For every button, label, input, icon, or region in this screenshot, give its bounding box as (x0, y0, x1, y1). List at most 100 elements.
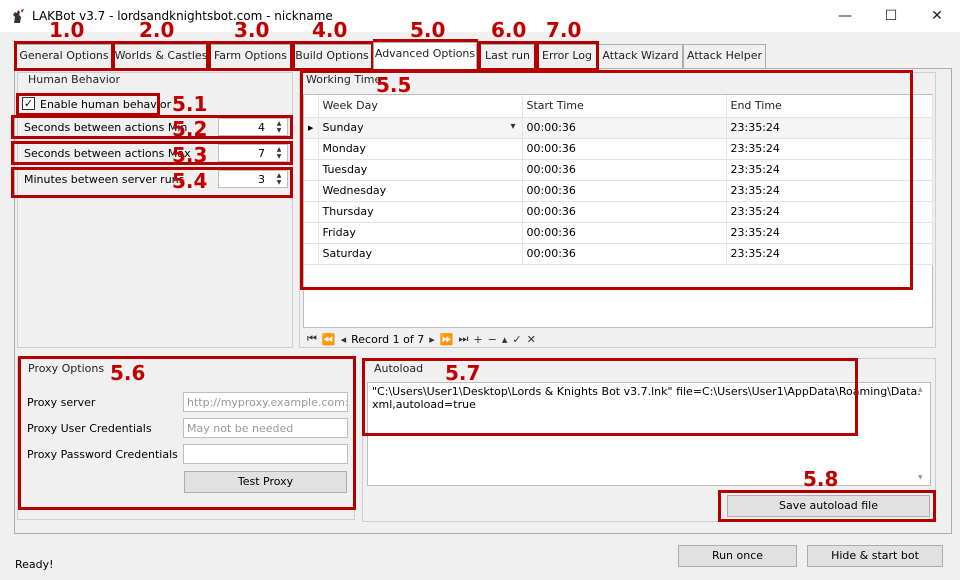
save-autoload-button[interactable]: Save autoload file (727, 495, 930, 517)
tab-farm-options[interactable]: Farm Options (208, 44, 293, 68)
edit-record-icon[interactable]: ▴ (502, 333, 508, 346)
annotation-label: 5.6 (110, 361, 146, 385)
cancel-record-icon[interactable]: ✕ (527, 333, 536, 346)
start-time-cell[interactable]: 00:00:36 (522, 138, 727, 160)
end-time-cell[interactable]: 23:35:24 (726, 138, 933, 160)
start-time-cell[interactable]: 00:00:36 (522, 222, 727, 244)
start-time-cell[interactable]: 00:00:36 (522, 243, 727, 265)
end-time-cell[interactable]: 23:35:24 (726, 201, 933, 223)
end-time-cell[interactable]: 23:35:24 (726, 243, 933, 265)
tab-attack-helper[interactable]: Attack Helper (683, 44, 766, 68)
spinner-arrows-icon[interactable]: ▲ ▼ (273, 172, 285, 187)
row-header[interactable] (304, 138, 319, 160)
proxy-options-group (17, 358, 355, 520)
human-behavior-title: Human Behavior (28, 73, 121, 86)
enable-human-label: Enable human behavior (40, 98, 172, 111)
prev-record-icon[interactable]: ◂ (341, 333, 347, 346)
proxy-server-label: Proxy server (27, 396, 96, 409)
add-record-icon[interactable]: + (473, 333, 482, 346)
next-page-icon[interactable]: ⏩ (440, 333, 454, 346)
server-runs-spinner[interactable]: 3 ▲ ▼ (218, 170, 288, 188)
start-time-cell[interactable]: 00:00:36 (522, 180, 727, 202)
table-row[interactable]: Tuesday 00:00:36 23:35:24 (304, 159, 933, 181)
table-row[interactable]: Friday 00:00:36 23:35:24 (304, 222, 933, 244)
end-time-cell[interactable]: 23:35:24 (726, 159, 933, 181)
seconds-min-label: Seconds between actions Min (24, 121, 188, 134)
scroll-down-icon[interactable]: ▼ (918, 474, 923, 481)
start-time-cell[interactable]: 00:00:36 (522, 117, 727, 139)
column-header-end[interactable]: End Time (726, 95, 933, 118)
tab-worlds-castles[interactable]: Worlds & Castles (113, 44, 209, 68)
tab-general-options[interactable]: General Options (14, 44, 114, 68)
test-proxy-button[interactable]: Test Proxy (184, 471, 347, 493)
row-header[interactable] (304, 180, 319, 202)
column-header-start[interactable]: Start Time (522, 95, 727, 118)
spinner-arrows-icon[interactable]: ▲ ▼ (273, 120, 285, 135)
autoload-title: Autoload (374, 362, 424, 375)
annotation-label: 5.0 (410, 18, 446, 42)
weekday-cell[interactable]: Friday (318, 222, 523, 244)
hide-start-button[interactable]: Hide & start bot (807, 545, 943, 567)
server-runs-value: 3 (258, 173, 265, 186)
seconds-max-spinner[interactable]: 7 ▲ ▼ (218, 144, 288, 162)
tab-last-run[interactable]: Last run (479, 44, 536, 68)
confirm-record-icon[interactable]: ✓ (512, 333, 521, 346)
prev-page-icon[interactable]: ⏪ (322, 333, 336, 346)
last-record-icon[interactable]: ⏭ (458, 332, 468, 346)
row-header[interactable] (304, 243, 319, 265)
table-row[interactable]: Thursday 00:00:36 23:35:24 (304, 201, 933, 223)
end-time-cell[interactable]: 23:35:24 (726, 180, 933, 202)
weekday-cell[interactable]: Monday (318, 138, 523, 160)
seconds-max-label: Seconds between actions Max (24, 147, 191, 160)
human-behavior-group (17, 72, 293, 348)
tab-error-log[interactable]: Error Log (536, 44, 598, 68)
proxy-password-input[interactable] (183, 444, 348, 464)
table-row[interactable]: ▶ Sunday ▾ 00:00:36 23:35:24 (304, 117, 933, 139)
row-header[interactable] (304, 201, 319, 223)
table-row[interactable]: Monday 00:00:36 23:35:24 (304, 138, 933, 160)
annotation-label: 5.7 (445, 361, 481, 385)
tab-attack-wizard[interactable]: Attack Wizard (598, 44, 683, 68)
start-time-cell[interactable]: 00:00:36 (522, 201, 727, 223)
row-header[interactable] (304, 222, 319, 244)
tab-build-options[interactable]: Build Options (292, 44, 372, 68)
proxy-user-label: Proxy User Credentials (27, 422, 152, 435)
annotation-label: 1.0 (49, 18, 85, 42)
weekday-cell[interactable]: Saturday (318, 243, 523, 265)
first-record-icon[interactable]: ⏮ (307, 332, 317, 346)
table-row[interactable]: Saturday 00:00:36 23:35:24 (304, 243, 933, 265)
end-time-cell[interactable]: 23:35:24 (726, 222, 933, 244)
delete-record-icon[interactable]: − (488, 333, 497, 346)
annotation-label: 5.5 (376, 73, 412, 97)
run-once-button[interactable]: Run once (678, 545, 797, 567)
proxy-server-input[interactable]: http://myproxy.example.com:po (183, 392, 348, 412)
enable-human-checkbox[interactable]: ✓ (22, 97, 35, 110)
autoload-textarea[interactable]: "C:\Users\User1\Desktop\Lords & Knights … (367, 382, 931, 486)
row-header-corner (304, 95, 319, 118)
minimize-button[interactable]: — (822, 0, 868, 32)
annotation-label: 2.0 (139, 18, 175, 42)
row-header[interactable] (304, 159, 319, 181)
dropdown-arrow-icon[interactable]: ▾ (510, 121, 515, 132)
server-runs-label: Minutes between server runs (24, 173, 185, 186)
weekday-cell[interactable]: Tuesday (318, 159, 523, 181)
spinner-arrows-icon[interactable]: ▲ ▼ (273, 146, 285, 161)
tab-advanced-options[interactable]: Advanced Options (373, 42, 477, 69)
column-header-weekday[interactable]: Week Day (318, 95, 523, 118)
scroll-up-icon[interactable]: ▲ (918, 386, 923, 393)
weekday-cell[interactable]: Thursday (318, 201, 523, 223)
table-row[interactable]: Wednesday 00:00:36 23:35:24 (304, 180, 933, 202)
seconds-min-spinner[interactable]: 4 ▲ ▼ (218, 118, 288, 136)
weekday-cell[interactable]: Sunday ▾ (318, 117, 523, 139)
close-button[interactable]: ✕ (914, 0, 960, 32)
end-time-cell[interactable]: 23:35:24 (726, 117, 933, 139)
weekday-cell[interactable]: Wednesday (318, 180, 523, 202)
next-record-icon[interactable]: ▸ (429, 333, 435, 346)
seconds-min-value: 4 (258, 121, 265, 134)
current-row-icon[interactable]: ▶ (304, 117, 319, 139)
proxy-options-title: Proxy Options (28, 362, 105, 375)
maximize-button[interactable]: ☐ (868, 0, 914, 32)
start-time-cell[interactable]: 00:00:36 (522, 159, 727, 181)
proxy-user-input[interactable]: May not be needed (183, 418, 348, 438)
annotation-label: 3.0 (234, 18, 270, 42)
